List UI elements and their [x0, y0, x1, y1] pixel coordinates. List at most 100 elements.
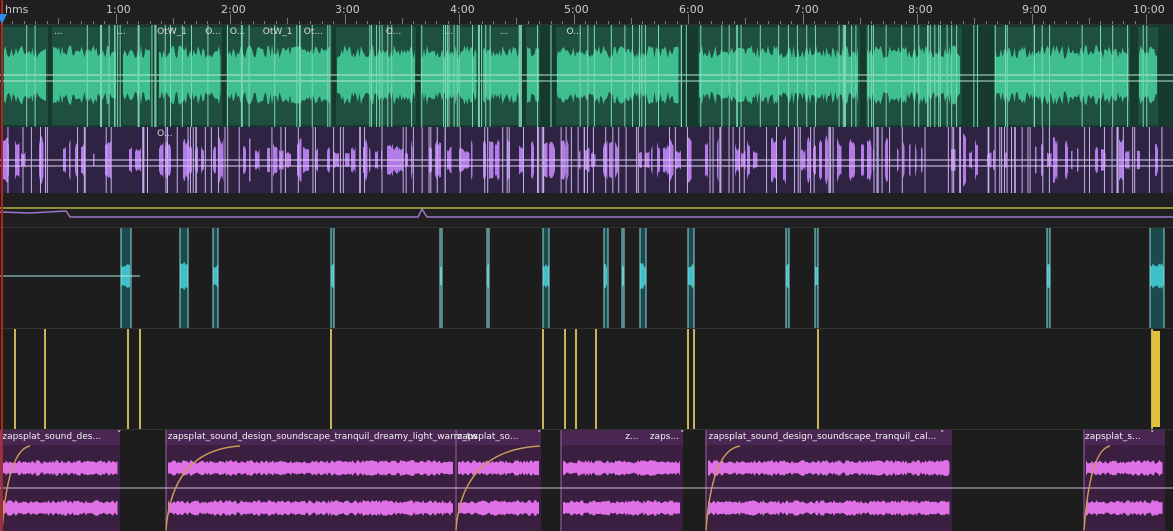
ruler-tick [367, 21, 369, 24]
ruler-tick [676, 21, 678, 24]
ruler-tick [184, 21, 186, 24]
waveform-channel [563, 460, 680, 476]
ruler-tick [321, 21, 323, 24]
time-ruler[interactable]: hms 1:00 2:00 3:00 4:00 5:00 6:00 7:00 8… [0, 0, 1173, 25]
clip-label[interactable]: zaps... [650, 432, 679, 442]
ruler-tick [848, 21, 850, 24]
ruler-tick [710, 21, 712, 24]
ruler-tick [252, 21, 254, 24]
clip-label[interactable]: O... [567, 27, 582, 37]
ruler-tick [287, 18, 289, 24]
chevron-down-icon[interactable]: ˅ [117, 430, 122, 440]
ruler-tick [344, 14, 346, 24]
ruler-time-label: 3:00 [335, 3, 360, 16]
chevron-down-icon[interactable]: ˅ [940, 430, 945, 440]
automation-envelope[interactable] [0, 193, 1173, 227]
chevron-down-icon[interactable]: ˅ [1150, 430, 1155, 440]
ruler-tick [699, 21, 701, 24]
clip-label[interactable]: zapsplat_s... [1085, 432, 1141, 442]
ruler-tick [264, 21, 266, 24]
chevron-down-icon[interactable]: ˅ [680, 430, 685, 440]
ruler-tick [584, 21, 586, 24]
ruler-tick [310, 21, 312, 24]
ruler-tick [424, 21, 426, 24]
ruler-tick [745, 18, 747, 24]
ruler-tick [596, 21, 598, 24]
ruler-tick [859, 18, 861, 24]
ruler-tick [539, 21, 541, 24]
automation-track[interactable] [0, 193, 1173, 228]
clip-label[interactable]: zapsplat_so... [457, 432, 518, 442]
ruler-tick [46, 21, 48, 24]
clip-label[interactable]: OtW_1 [157, 27, 187, 37]
ruler-tick [149, 21, 151, 24]
ruler-tick [413, 21, 415, 24]
audio-track-5[interactable] [0, 329, 1173, 430]
ruler-tick [481, 21, 483, 24]
ruler-tick [126, 21, 128, 24]
clip-block [456, 430, 541, 531]
ruler-tick [1065, 21, 1067, 24]
clip-label[interactable]: O... [230, 27, 245, 37]
audio-track-6[interactable]: zapsplat_sound_des... zapsplat_sound_desi… [0, 430, 1173, 531]
audio-track-2[interactable]: O... [0, 127, 1173, 194]
clip-label[interactable]: ... [445, 27, 454, 37]
clip-label[interactable]: OtW_1 [263, 27, 293, 37]
ruler-tick [1146, 14, 1147, 24]
ruler-tick [138, 21, 140, 24]
ruler-tick [401, 18, 403, 24]
chevron-down-icon[interactable]: ˅ [537, 430, 542, 440]
ruler-tick [813, 21, 815, 24]
waveform-burst [1150, 263, 1164, 289]
ruler-time-label: 4:00 [450, 3, 475, 16]
ruler-tick [275, 21, 277, 24]
waveform-burst [213, 264, 218, 288]
ruler-tick [928, 21, 930, 24]
playhead[interactable] [1, 0, 3, 531]
ruler-tick [630, 18, 632, 24]
ruler-tick [69, 21, 71, 24]
ruler-tick [218, 21, 220, 24]
ruler-tick [1077, 21, 1079, 24]
ruler-tick [195, 21, 197, 24]
clip-label[interactable]: O... [157, 129, 172, 139]
ruler-tick [172, 18, 174, 24]
ruler-tick [653, 21, 655, 24]
ruler-tick [619, 21, 621, 24]
ruler-tick [161, 21, 163, 24]
track-4-waveform [0, 228, 1165, 328]
ruler-tick [1020, 21, 1022, 24]
clip-label[interactable]: zapsplat_sound_design_soundscape_tranqui… [168, 432, 478, 442]
ruler-tick [905, 21, 907, 24]
ruler-tick [951, 21, 953, 24]
ruler-tick [1008, 21, 1010, 24]
clip-label[interactable]: zapsplat_sound_design_soundscape_tranqui… [708, 432, 936, 442]
audio-track-1[interactable]: ...... OtW_1 O... O... OtW_1 Ot... O......... O… [0, 25, 1173, 128]
ruler-tick [12, 21, 14, 24]
ruler-tick [1088, 18, 1090, 24]
ruler-tick [791, 21, 793, 24]
clip-label[interactable]: zapsplat_sound_des... [2, 432, 101, 442]
ruler-tick [493, 21, 495, 24]
clip-label[interactable]: ... [117, 27, 126, 37]
clip-label[interactable]: Ot... [304, 27, 323, 37]
ruler-tick [1054, 21, 1056, 24]
ruler-time-label: 8:00 [908, 3, 933, 16]
ruler-tick [573, 14, 575, 24]
ruler-tick [871, 21, 873, 24]
clip-label[interactable]: O... [205, 27, 220, 37]
clip-label[interactable]: ... [54, 27, 63, 37]
clip-label[interactable]: z... [625, 432, 638, 442]
clip-label[interactable]: O... [386, 27, 401, 37]
ruler-time-label: 7:00 [794, 3, 819, 16]
clip-label[interactable]: ... [500, 27, 509, 37]
clip-block [561, 430, 683, 531]
ruler-tick [447, 21, 449, 24]
audio-track-4[interactable] [0, 228, 1173, 329]
ruler-tick [562, 21, 564, 24]
ruler-tick [688, 14, 689, 24]
ruler-tick [378, 21, 380, 24]
waveform-channel [708, 460, 950, 476]
ruler-tick [733, 21, 735, 24]
ruler-tick [355, 21, 357, 24]
